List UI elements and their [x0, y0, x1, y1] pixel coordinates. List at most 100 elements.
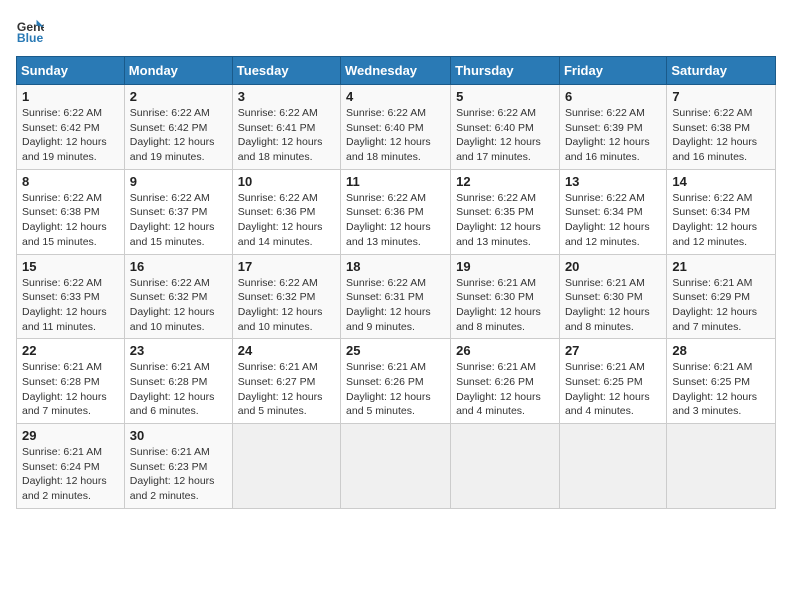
day-number: 5 [456, 89, 554, 104]
day-number: 17 [238, 259, 335, 274]
day-number: 12 [456, 174, 554, 189]
day-detail: Sunrise: 6:21 AM Sunset: 6:29 PM Dayligh… [672, 276, 770, 335]
calendar-week-1: 1 Sunrise: 6:22 AM Sunset: 6:42 PM Daylig… [17, 85, 776, 170]
col-header-thursday: Thursday [451, 57, 560, 85]
day-number: 27 [565, 343, 661, 358]
calendar-cell [232, 424, 340, 509]
day-detail: Sunrise: 6:22 AM Sunset: 6:36 PM Dayligh… [238, 191, 335, 250]
calendar-cell: 2Sunrise: 6:22 AM Sunset: 6:42 PM Daylig… [124, 85, 232, 170]
calendar-cell: 20 Sunrise: 6:21 AM Sunset: 6:30 PM Dayli… [559, 254, 666, 339]
day-detail: Sunrise: 6:21 AM Sunset: 6:24 PM Dayligh… [22, 445, 119, 504]
day-detail: Sunrise: 6:21 AM Sunset: 6:25 PM Dayligh… [672, 360, 770, 419]
day-number: 8 [22, 174, 119, 189]
day-number: 29 [22, 428, 119, 443]
day-detail: Sunrise: 6:22 AM Sunset: 6:41 PM Dayligh… [238, 106, 335, 165]
day-number: 7 [672, 89, 770, 104]
day-detail: Sunrise: 6:22 AM Sunset: 6:40 PM Dayligh… [346, 106, 445, 165]
col-header-monday: Monday [124, 57, 232, 85]
calendar-cell: 12 Sunrise: 6:22 AM Sunset: 6:35 PM Dayli… [451, 169, 560, 254]
calendar-cell: 18 Sunrise: 6:22 AM Sunset: 6:31 PM Dayli… [341, 254, 451, 339]
day-detail: Sunrise: 6:22 AM Sunset: 6:32 PM Dayligh… [130, 276, 227, 335]
calendar-cell: 19 Sunrise: 6:21 AM Sunset: 6:30 PM Dayli… [451, 254, 560, 339]
day-number: 15 [22, 259, 119, 274]
day-number: 22 [22, 343, 119, 358]
calendar-week-2: 8 Sunrise: 6:22 AM Sunset: 6:38 PM Daylig… [17, 169, 776, 254]
calendar-cell: 1 Sunrise: 6:22 AM Sunset: 6:42 PM Daylig… [17, 85, 125, 170]
calendar-cell: 14 Sunrise: 6:22 AM Sunset: 6:34 PM Dayli… [667, 169, 776, 254]
day-number: 30 [130, 428, 227, 443]
logo: General Blue [16, 16, 48, 44]
calendar-cell: 15 Sunrise: 6:22 AM Sunset: 6:33 PM Dayli… [17, 254, 125, 339]
calendar-cell: 7 Sunrise: 6:22 AM Sunset: 6:38 PM Daylig… [667, 85, 776, 170]
day-detail: Sunrise: 6:22 AM Sunset: 6:37 PM Dayligh… [130, 191, 227, 250]
calendar-cell: 27 Sunrise: 6:21 AM Sunset: 6:25 PM Dayli… [559, 339, 666, 424]
header-row: SundayMondayTuesdayWednesdayThursdayFrid… [17, 57, 776, 85]
day-number: 9 [130, 174, 227, 189]
calendar-week-5: 29 Sunrise: 6:21 AM Sunset: 6:24 PM Dayli… [17, 424, 776, 509]
day-detail: Sunrise: 6:22 AM Sunset: 6:36 PM Dayligh… [346, 191, 445, 250]
day-number: 28 [672, 343, 770, 358]
calendar-cell: 22 Sunrise: 6:21 AM Sunset: 6:28 PM Dayli… [17, 339, 125, 424]
day-detail: Sunrise: 6:22 AM Sunset: 6:38 PM Dayligh… [22, 191, 119, 250]
day-detail: Sunrise: 6:21 AM Sunset: 6:26 PM Dayligh… [346, 360, 445, 419]
day-detail: Sunrise: 6:22 AM Sunset: 6:42 PM Dayligh… [130, 106, 227, 165]
col-header-saturday: Saturday [667, 57, 776, 85]
calendar-week-3: 15 Sunrise: 6:22 AM Sunset: 6:33 PM Dayli… [17, 254, 776, 339]
calendar-cell: 4Sunrise: 6:22 AM Sunset: 6:40 PM Daylig… [341, 85, 451, 170]
day-detail: Sunrise: 6:21 AM Sunset: 6:28 PM Dayligh… [130, 360, 227, 419]
calendar-cell: 23 Sunrise: 6:21 AM Sunset: 6:28 PM Dayli… [124, 339, 232, 424]
day-detail: Sunrise: 6:21 AM Sunset: 6:26 PM Dayligh… [456, 360, 554, 419]
day-number: 16 [130, 259, 227, 274]
day-detail: Sunrise: 6:21 AM Sunset: 6:25 PM Dayligh… [565, 360, 661, 419]
day-detail: Sunrise: 6:22 AM Sunset: 6:42 PM Dayligh… [22, 106, 119, 165]
logo-icon: General Blue [16, 16, 44, 44]
day-detail: Sunrise: 6:22 AM Sunset: 6:31 PM Dayligh… [346, 276, 445, 335]
col-header-tuesday: Tuesday [232, 57, 340, 85]
calendar-table: SundayMondayTuesdayWednesdayThursdayFrid… [16, 56, 776, 509]
calendar-cell [451, 424, 560, 509]
calendar-cell: 21Sunrise: 6:21 AM Sunset: 6:29 PM Dayli… [667, 254, 776, 339]
day-detail: Sunrise: 6:22 AM Sunset: 6:32 PM Dayligh… [238, 276, 335, 335]
day-number: 10 [238, 174, 335, 189]
day-number: 20 [565, 259, 661, 274]
day-detail: Sunrise: 6:22 AM Sunset: 6:38 PM Dayligh… [672, 106, 770, 165]
calendar-cell [341, 424, 451, 509]
calendar-cell: 6 Sunrise: 6:22 AM Sunset: 6:39 PM Daylig… [559, 85, 666, 170]
col-header-wednesday: Wednesday [341, 57, 451, 85]
day-number: 14 [672, 174, 770, 189]
day-number: 3 [238, 89, 335, 104]
col-header-friday: Friday [559, 57, 666, 85]
calendar-cell: 26 Sunrise: 6:21 AM Sunset: 6:26 PM Dayli… [451, 339, 560, 424]
day-number: 23 [130, 343, 227, 358]
day-detail: Sunrise: 6:22 AM Sunset: 6:33 PM Dayligh… [22, 276, 119, 335]
day-detail: Sunrise: 6:21 AM Sunset: 6:27 PM Dayligh… [238, 360, 335, 419]
day-number: 1 [22, 89, 119, 104]
day-number: 13 [565, 174, 661, 189]
calendar-cell: 25Sunrise: 6:21 AM Sunset: 6:26 PM Dayli… [341, 339, 451, 424]
svg-text:Blue: Blue [17, 31, 44, 44]
day-detail: Sunrise: 6:22 AM Sunset: 6:34 PM Dayligh… [565, 191, 661, 250]
day-detail: Sunrise: 6:21 AM Sunset: 6:23 PM Dayligh… [130, 445, 227, 504]
day-detail: Sunrise: 6:22 AM Sunset: 6:39 PM Dayligh… [565, 106, 661, 165]
calendar-cell: 16 Sunrise: 6:22 AM Sunset: 6:32 PM Dayli… [124, 254, 232, 339]
day-number: 18 [346, 259, 445, 274]
day-detail: Sunrise: 6:21 AM Sunset: 6:30 PM Dayligh… [456, 276, 554, 335]
col-header-sunday: Sunday [17, 57, 125, 85]
calendar-cell: 24Sunrise: 6:21 AM Sunset: 6:27 PM Dayli… [232, 339, 340, 424]
day-detail: Sunrise: 6:21 AM Sunset: 6:28 PM Dayligh… [22, 360, 119, 419]
day-detail: Sunrise: 6:22 AM Sunset: 6:34 PM Dayligh… [672, 191, 770, 250]
day-detail: Sunrise: 6:22 AM Sunset: 6:35 PM Dayligh… [456, 191, 554, 250]
day-number: 19 [456, 259, 554, 274]
day-number: 26 [456, 343, 554, 358]
calendar-cell: 17 Sunrise: 6:22 AM Sunset: 6:32 PM Dayli… [232, 254, 340, 339]
header: General Blue [16, 16, 776, 44]
calendar-cell: 10 Sunrise: 6:22 AM Sunset: 6:36 PM Dayli… [232, 169, 340, 254]
calendar-cell: 5 Sunrise: 6:22 AM Sunset: 6:40 PM Daylig… [451, 85, 560, 170]
day-detail: Sunrise: 6:21 AM Sunset: 6:30 PM Dayligh… [565, 276, 661, 335]
calendar-cell: 29 Sunrise: 6:21 AM Sunset: 6:24 PM Dayli… [17, 424, 125, 509]
day-number: 6 [565, 89, 661, 104]
calendar-cell: 30 Sunrise: 6:21 AM Sunset: 6:23 PM Dayli… [124, 424, 232, 509]
calendar-week-4: 22 Sunrise: 6:21 AM Sunset: 6:28 PM Dayli… [17, 339, 776, 424]
day-detail: Sunrise: 6:22 AM Sunset: 6:40 PM Dayligh… [456, 106, 554, 165]
calendar-cell: 9 Sunrise: 6:22 AM Sunset: 6:37 PM Daylig… [124, 169, 232, 254]
